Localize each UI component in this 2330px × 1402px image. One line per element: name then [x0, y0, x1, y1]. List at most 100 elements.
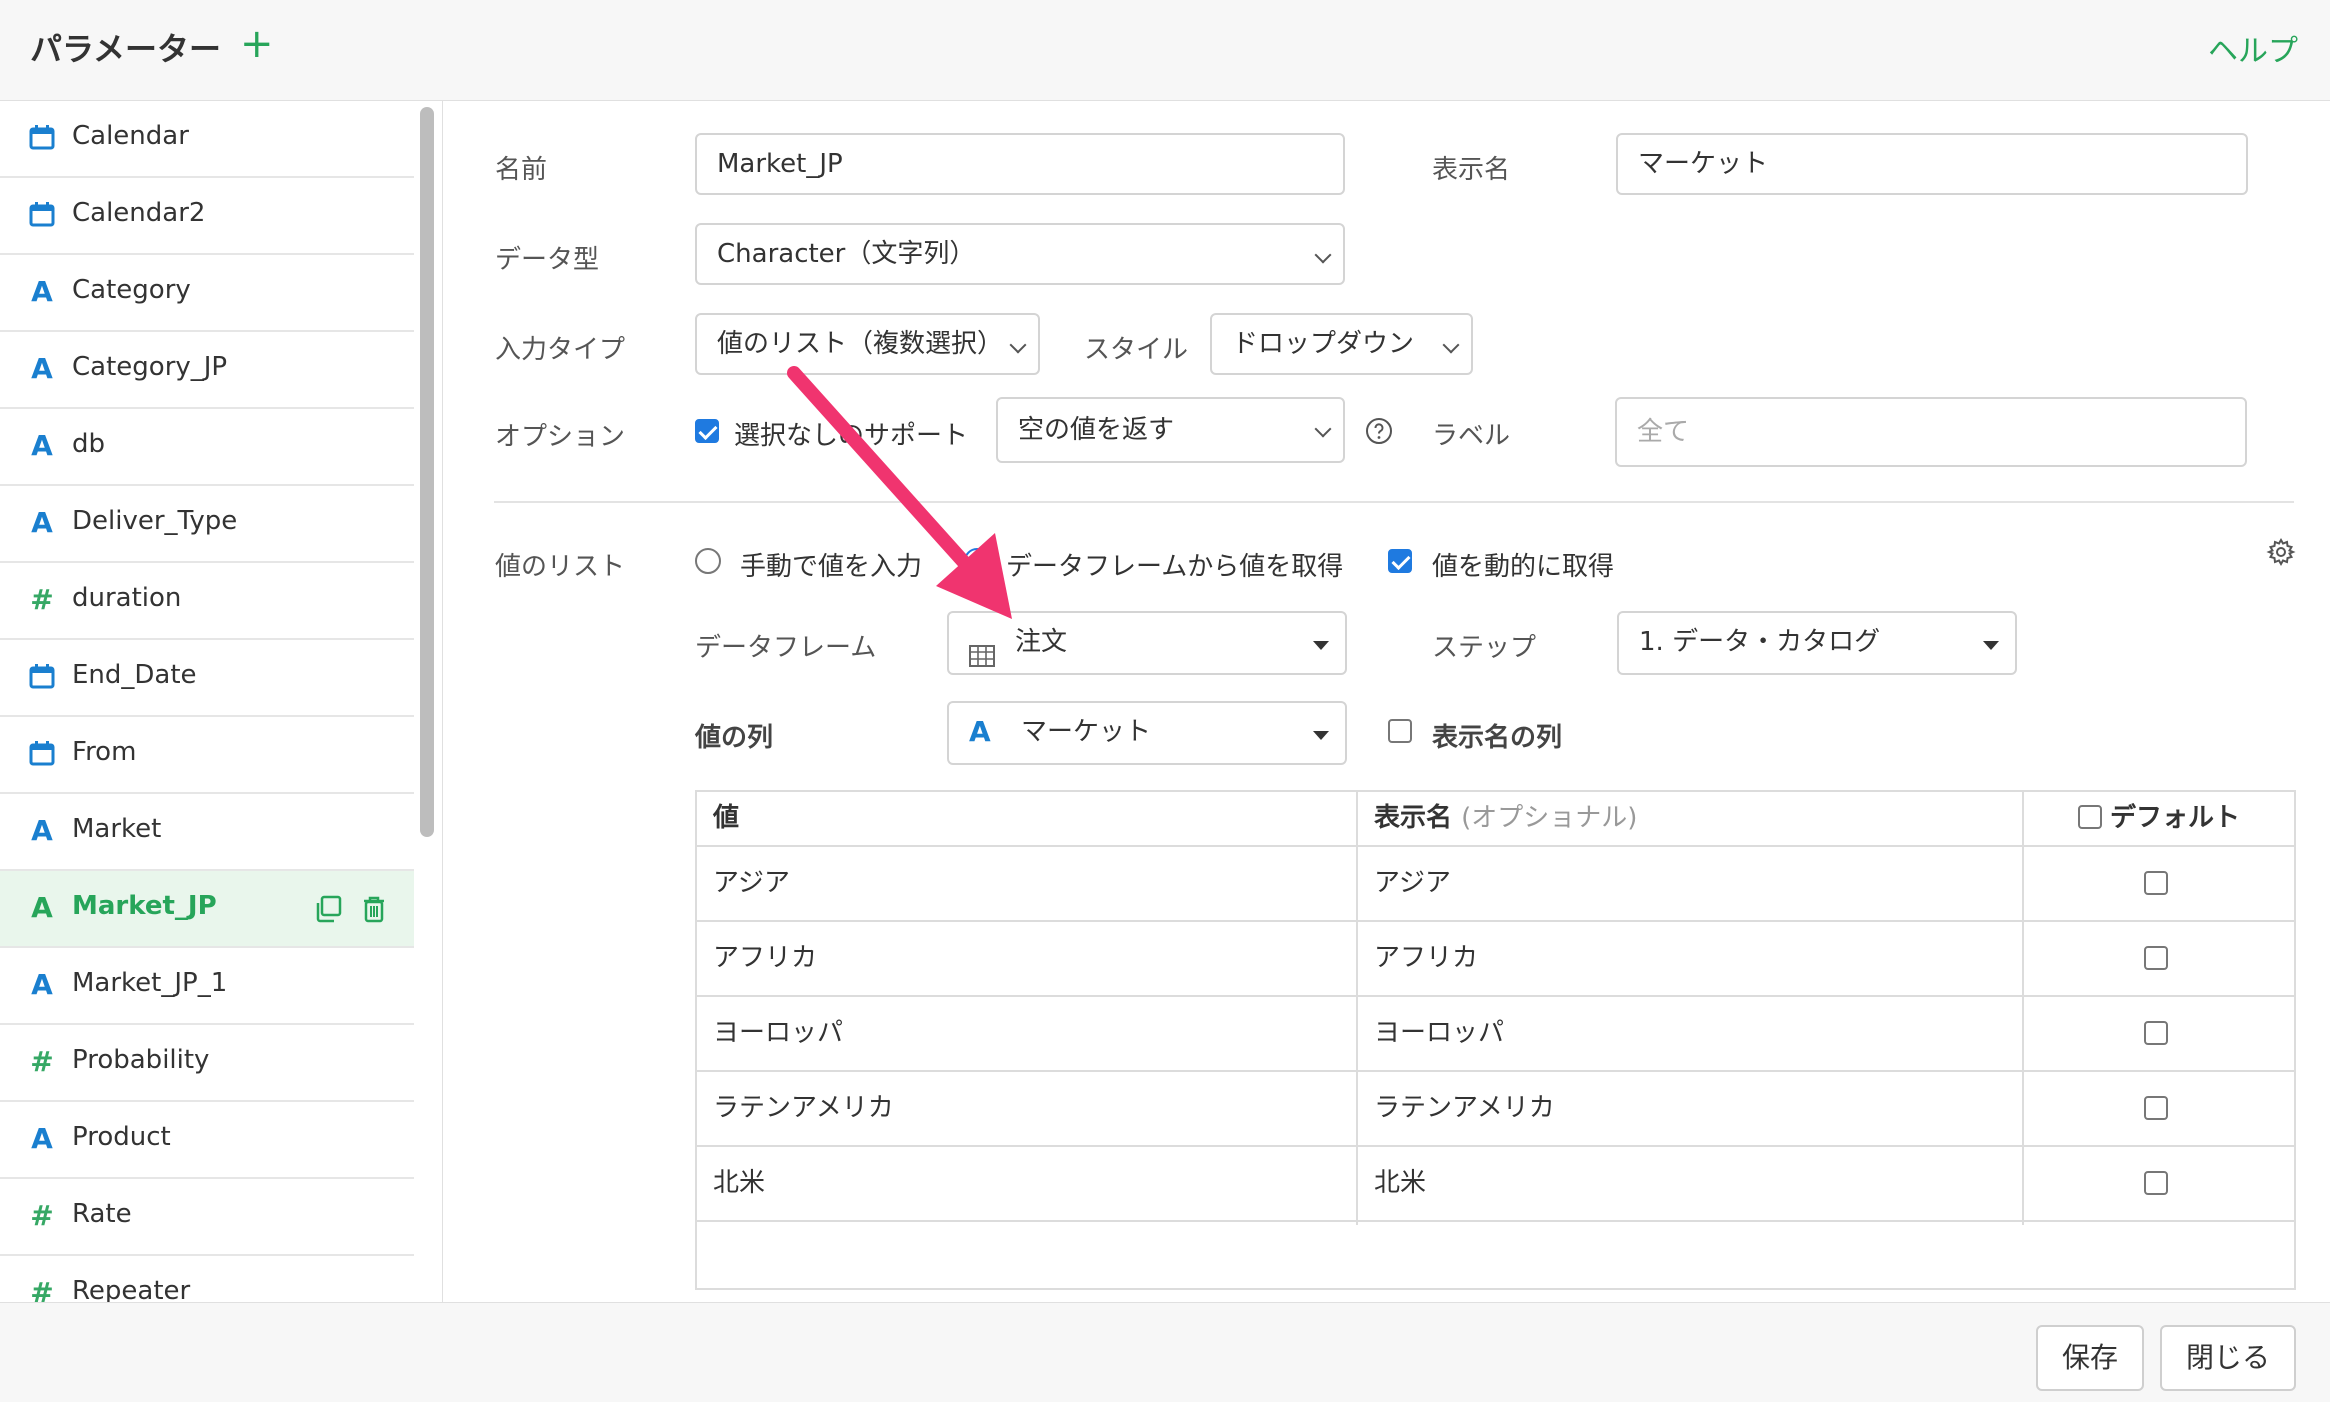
- calendar-icon: [28, 738, 56, 770]
- sidebar-item-category-jp[interactable]: A Category_JP: [0, 332, 414, 409]
- sidebar-item-market-jp[interactable]: A Market_JP: [0, 871, 414, 948]
- sidebar-item-label: duration: [72, 583, 182, 613]
- table-row: 北米 北米: [697, 1147, 2294, 1222]
- name-label: 名前: [495, 155, 548, 185]
- character-type-icon: A: [31, 814, 53, 847]
- display-name-input[interactable]: マーケット: [1616, 133, 2248, 195]
- manual-input-radio[interactable]: [695, 548, 721, 574]
- header-display-name: 表示名 (オプショナル): [1358, 792, 2022, 847]
- numeric-type-icon: #: [30, 1045, 54, 1078]
- annotation-arrow: [787, 366, 1012, 619]
- label-label: ラベル: [1432, 421, 1511, 451]
- value-column-label: 値の列: [695, 723, 774, 753]
- sidebar-item-deliver-type[interactable]: A Deliver_Type: [0, 486, 414, 563]
- table-row: アジア アジア: [697, 847, 2294, 922]
- sidebar-item-label: Market: [72, 814, 162, 844]
- sidebar-item-repeater[interactable]: # Repeater: [0, 1256, 414, 1302]
- option-label: オプション: [495, 422, 626, 452]
- sidebar-item-label: Market_JP: [72, 891, 217, 921]
- header-value: 値: [713, 803, 740, 833]
- row-display[interactable]: アフリカ: [1374, 922, 1478, 995]
- character-type-icon: A: [31, 429, 53, 462]
- sidebar-item-duration[interactable]: # duration: [0, 563, 414, 640]
- sidebar-item-label: End_Date: [72, 660, 197, 690]
- sidebar-item-rate[interactable]: # Rate: [0, 1179, 414, 1256]
- dialog-header: パラメーター + ヘルプ: [0, 0, 2330, 101]
- character-type-icon: A: [31, 352, 53, 385]
- row-value[interactable]: ヨーロッパ: [713, 997, 843, 1070]
- row-display[interactable]: アジア: [1374, 847, 1451, 920]
- style-label: スタイル: [1084, 335, 1189, 365]
- sidebar-item-db[interactable]: A db: [0, 409, 414, 486]
- sidebar-item-end-date[interactable]: End_Date: [0, 640, 414, 717]
- support-none-checkbox[interactable]: [695, 419, 719, 443]
- sidebar-item-label: db: [72, 429, 106, 459]
- header-display-label: 表示名: [1374, 803, 1453, 833]
- sidebar-item-from[interactable]: From: [0, 717, 414, 794]
- header-optional-note: (オプショナル): [1461, 803, 1638, 833]
- character-type-icon: A: [31, 1122, 53, 1155]
- display-name-label: 表示名: [1432, 155, 1511, 185]
- scrollbar[interactable]: [420, 107, 434, 837]
- row-display[interactable]: ラテンアメリカ: [1374, 1072, 1555, 1145]
- sidebar-item-label: Deliver_Type: [72, 506, 238, 536]
- row-default-checkbox[interactable]: [2144, 946, 2168, 970]
- plus-icon[interactable]: +: [240, 20, 274, 68]
- sidebar-item-label: Category: [72, 275, 191, 305]
- help-link[interactable]: ヘルプ: [2208, 26, 2298, 70]
- sidebar-item-label: Market_JP_1: [72, 968, 228, 998]
- numeric-type-icon: #: [30, 1199, 54, 1232]
- row-default-checkbox[interactable]: [2144, 871, 2168, 895]
- sidebar-item-calendar2[interactable]: Calendar2: [0, 178, 414, 255]
- gear-icon[interactable]: [2266, 537, 2296, 567]
- sidebar-item-calendar[interactable]: Calendar: [0, 101, 414, 178]
- label-input[interactable]: 全て: [1615, 397, 2247, 467]
- character-type-icon: A: [31, 891, 53, 924]
- sidebar-item-product[interactable]: A Product: [0, 1102, 414, 1179]
- help-circle-icon[interactable]: [1365, 417, 1393, 445]
- input-type-label: 入力タイプ: [495, 335, 626, 365]
- name-input[interactable]: Market_JP: [695, 133, 1345, 195]
- step-label: ステップ: [1432, 633, 1537, 663]
- sidebar-item-label: Calendar2: [72, 198, 206, 228]
- sidebar-item-label: Product: [72, 1122, 171, 1152]
- from-dataframe-label: データフレームから値を取得: [1006, 552, 1344, 582]
- character-type-icon: A: [31, 275, 53, 308]
- row-value[interactable]: 北米: [713, 1147, 765, 1220]
- row-default-checkbox[interactable]: [2144, 1171, 2168, 1195]
- empty-value-select[interactable]: 空の値を返す: [996, 397, 1345, 463]
- data-type-select[interactable]: Character（文字列）: [695, 223, 1345, 285]
- dynamic-values-checkbox[interactable]: [1388, 549, 1412, 573]
- row-default-checkbox[interactable]: [2144, 1021, 2168, 1045]
- sidebar-item-probability[interactable]: # Probability: [0, 1025, 414, 1102]
- dialog-footer: 保存 閉じる: [0, 1302, 2330, 1402]
- table-row: ラテンアメリカ ラテンアメリカ: [697, 1072, 2294, 1147]
- default-all-checkbox[interactable]: [2077, 804, 2102, 829]
- row-value[interactable]: ラテンアメリカ: [713, 1072, 894, 1145]
- trash-icon[interactable]: [360, 895, 388, 923]
- value-column-select[interactable]: A マーケット: [947, 701, 1347, 765]
- header-default-label: デフォルト: [2109, 803, 2240, 833]
- parameter-list: Calendar Calendar2 A Category A Category…: [0, 101, 443, 1302]
- duplicate-icon[interactable]: [314, 895, 342, 923]
- sidebar-item-category[interactable]: A Category: [0, 255, 414, 332]
- character-type-icon: A: [31, 968, 53, 1001]
- section-divider: [494, 501, 2294, 503]
- table-row: アフリカ アフリカ: [697, 922, 2294, 997]
- dialog-title: パラメーター: [30, 30, 222, 68]
- style-select[interactable]: ドロップダウン: [1210, 313, 1473, 375]
- row-value[interactable]: アフリカ: [713, 922, 817, 995]
- values-list-label: 値のリスト: [495, 552, 626, 582]
- row-display[interactable]: 北米: [1374, 1147, 1426, 1220]
- close-button[interactable]: 閉じる: [2160, 1325, 2296, 1391]
- sidebar-item-market-jp-1[interactable]: A Market_JP_1: [0, 948, 414, 1025]
- row-default-checkbox[interactable]: [2144, 1096, 2168, 1120]
- values-table: 値 表示名 (オプショナル) デフォルト アジア アジア アフリカ アフリカ ヨ…: [695, 790, 2296, 1290]
- sidebar-item-market[interactable]: A Market: [0, 794, 414, 871]
- row-value[interactable]: アジア: [713, 847, 790, 920]
- step-select[interactable]: 1. データ・カタログ: [1617, 611, 2017, 675]
- sidebar-item-label: Rate: [72, 1199, 132, 1229]
- row-display[interactable]: ヨーロッパ: [1374, 997, 1504, 1070]
- display-column-checkbox[interactable]: [1388, 719, 1412, 743]
- save-button[interactable]: 保存: [2036, 1325, 2144, 1391]
